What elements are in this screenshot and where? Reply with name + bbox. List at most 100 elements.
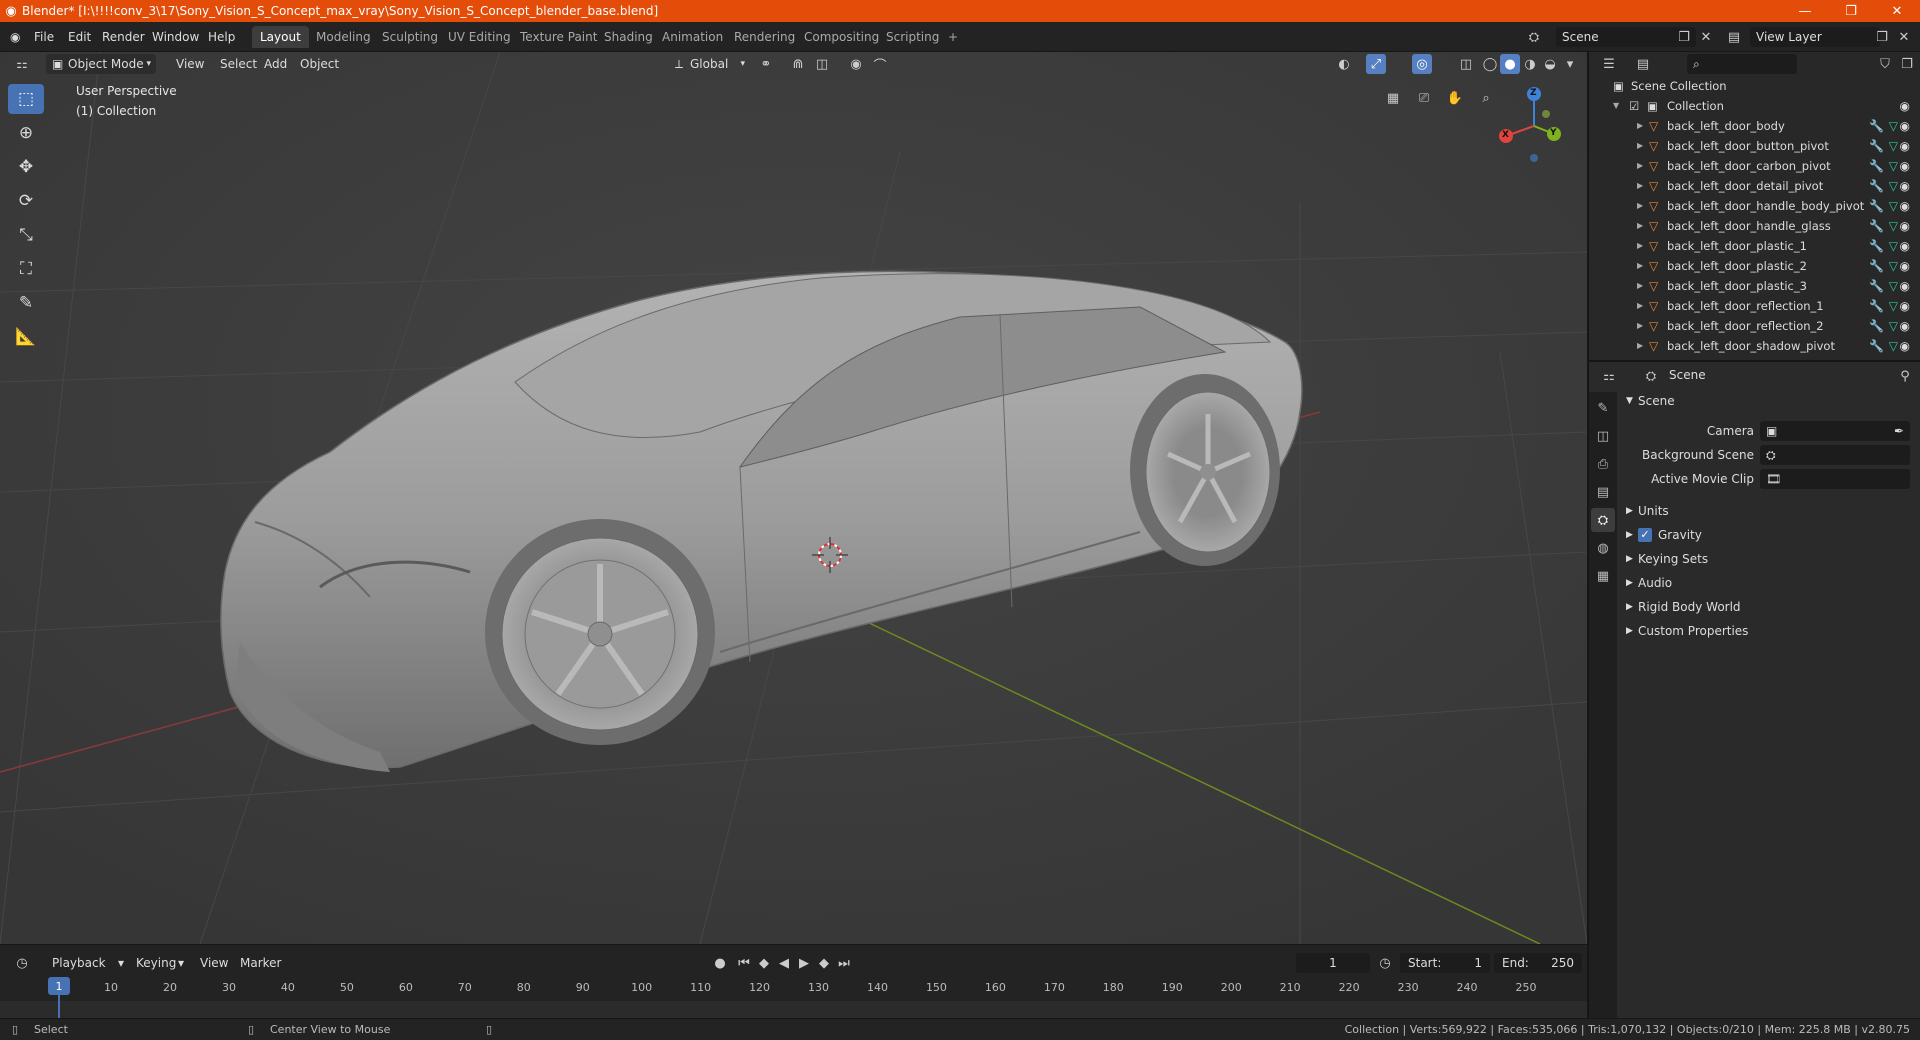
modifier-wrench-icon[interactable]: 🔧	[1869, 216, 1884, 236]
new-collection-icon[interactable]: ❐	[1897, 54, 1917, 74]
expand-triangle-icon[interactable]: ▶	[1637, 196, 1643, 216]
menu-file[interactable]: File	[30, 28, 58, 46]
modifier-wrench-icon[interactable]: 🔧	[1869, 196, 1884, 216]
view-layer-icon[interactable]: ▤	[1724, 27, 1744, 47]
gizmo-toggle-icon[interactable]: ⤢	[1366, 54, 1386, 74]
menu-window[interactable]: Window	[148, 28, 203, 46]
tab-scripting[interactable]: Scripting	[878, 26, 947, 48]
editor-type-icon[interactable]: ⚏	[12, 54, 32, 74]
prev-keyframe-icon[interactable]: ◆	[754, 953, 774, 973]
timeline-editor-type-icon[interactable]: ◷	[12, 953, 32, 973]
scene-panel-header[interactable]: ▼ Scene	[1620, 390, 1916, 412]
menu-edit[interactable]: Edit	[64, 28, 95, 46]
tab-rendering[interactable]: Rendering	[726, 26, 803, 48]
new-scene-icon[interactable]: ❐	[1674, 27, 1694, 47]
modifier-wrench-icon[interactable]: 🔧	[1869, 336, 1884, 356]
modifier-wrench-icon[interactable]: 🔧	[1869, 276, 1884, 296]
render-tab-icon[interactable]: ◫	[1591, 424, 1615, 448]
mesh-data-icon[interactable]: ▽	[1889, 336, 1898, 356]
mesh-data-icon[interactable]: ▽	[1889, 296, 1898, 316]
pan-hand-icon[interactable]: ✋	[1445, 88, 1465, 108]
checkbox-icon[interactable]: ☑	[1629, 96, 1639, 116]
menu-render[interactable]: Render	[98, 28, 149, 46]
measure-tool-icon[interactable]: 📐	[8, 322, 44, 352]
outliner-object-row[interactable]: ▶ ▽ back_left_door_detail_pivot 🔧 ▽ ◉	[1589, 176, 1920, 196]
viewport-menu-object[interactable]: Object	[294, 54, 345, 74]
tab-animation[interactable]: Animation	[654, 26, 731, 48]
transform-orientation-dropdown[interactable]: ⟂ Global ▾	[670, 54, 748, 74]
playhead[interactable]: 1	[48, 977, 70, 995]
output-tab-icon[interactable]: ⎙	[1591, 452, 1615, 476]
outliner-object-row[interactable]: ▶ ▽ back_left_door_plastic_1 🔧 ▽ ◉	[1589, 236, 1920, 256]
filter-icon[interactable]: ⛉	[1875, 54, 1895, 74]
scale-tool-icon[interactable]: ⤡	[8, 220, 44, 250]
outliner-object-row[interactable]: ▶ ▽ back_left_door_shadow_pivot 🔧 ▽ ◉	[1589, 336, 1920, 356]
tab-compositing[interactable]: Compositing	[796, 26, 887, 48]
scene-selector-icon[interactable]: ⛭	[1524, 27, 1544, 47]
rigid-body-world-panel-header[interactable]: ▶ Rigid Body World	[1620, 596, 1916, 618]
audio-panel-header[interactable]: ▶ Audio	[1620, 572, 1916, 594]
modifier-wrench-icon[interactable]: 🔧	[1869, 176, 1884, 196]
eye-icon[interactable]: ◉	[1900, 156, 1910, 176]
modifier-wrench-icon[interactable]: 🔧	[1869, 296, 1884, 316]
expand-triangle-icon[interactable]: ▶	[1637, 316, 1643, 336]
eye-icon[interactable]: ◉	[1900, 136, 1910, 156]
timeline-editor[interactable]: ◷ Playback ▾ Keying ▾ View Marker ● ⏮ ◆ …	[0, 944, 1587, 1028]
mesh-data-icon[interactable]: ▽	[1889, 136, 1898, 156]
display-mode-icon[interactable]: ▤	[1633, 54, 1653, 74]
end-frame-field[interactable]: End: 250	[1494, 953, 1582, 973]
camera-field[interactable]: ▣ ✒	[1760, 421, 1910, 441]
camera-view-icon[interactable]: ⎚	[1414, 88, 1434, 108]
active-movie-clip-field[interactable]: 🎞	[1760, 469, 1910, 489]
scene-tab-icon[interactable]: ⛭	[1591, 508, 1615, 532]
expand-triangle-icon[interactable]: ▶	[1637, 116, 1643, 136]
expand-triangle-icon[interactable]: ▶	[1637, 216, 1643, 236]
expand-triangle-icon[interactable]: ▶	[1637, 176, 1643, 196]
outliner-object-row[interactable]: ▶ ▽ back_left_door_body 🔧 ▽ ◉	[1589, 116, 1920, 136]
material-shading-icon[interactable]: ◑	[1520, 54, 1540, 74]
shading-options-icon[interactable]: ▾	[1560, 54, 1580, 74]
mesh-data-icon[interactable]: ▽	[1889, 196, 1898, 216]
snap-icon[interactable]: ⋒	[788, 54, 808, 74]
tab-layout[interactable]: Layout	[252, 26, 309, 48]
eye-icon[interactable]: ◉	[1900, 336, 1910, 356]
outliner-object-row[interactable]: ▶ ▽ back_left_door_carbon_pivot 🔧 ▽ ◉	[1589, 156, 1920, 176]
mesh-data-icon[interactable]: ▽	[1889, 316, 1898, 336]
play-icon[interactable]: ▶	[794, 953, 814, 973]
tab-shading[interactable]: Shading	[596, 26, 661, 48]
3d-viewport[interactable]: Z X Y ▦ ⎚ ✋ ⌕	[0, 52, 1587, 944]
outliner-object-row[interactable]: ▶ ▽ back_left_door_handle_glass 🔧 ▽ ◉	[1589, 216, 1920, 236]
timeline-menu-playback[interactable]: Playback	[48, 953, 110, 973]
snap-target-icon[interactable]: ◫	[812, 54, 832, 74]
rendered-shading-icon[interactable]: ◒	[1540, 54, 1560, 74]
select-box-tool-icon[interactable]: ⬚	[8, 84, 44, 114]
viewport-menu-add[interactable]: Add	[258, 54, 293, 74]
expand-triangle-icon[interactable]: ▶	[1637, 236, 1643, 256]
wireframe-shading-icon[interactable]: ◯	[1480, 54, 1500, 74]
outliner[interactable]: ☰ ▤ ⌕ ⛉ ❐ ▣ Scene Collection ▼ ☑ ▣ Colle…	[1587, 52, 1920, 360]
view-layer-tab-icon[interactable]: ▤	[1591, 480, 1615, 504]
overlays-icon[interactable]: ◎	[1412, 54, 1432, 74]
eye-icon[interactable]: ◉	[1900, 96, 1910, 116]
start-frame-field[interactable]: Start: 1	[1400, 953, 1490, 973]
outliner-editor-type-icon[interactable]: ☰	[1599, 54, 1619, 74]
outliner-scene-collection[interactable]: ▣ Scene Collection	[1589, 76, 1920, 96]
xray-icon[interactable]: ◫	[1456, 54, 1476, 74]
falloff-icon[interactable]: ⌒	[870, 54, 890, 74]
zoom-icon[interactable]: ⌕	[1476, 88, 1496, 108]
outliner-collection[interactable]: ▼ ☑ ▣ Collection ◉	[1589, 96, 1920, 116]
tab-sculpting[interactable]: Sculpting	[374, 26, 446, 48]
world-tab-icon[interactable]: ◍	[1591, 536, 1615, 560]
modifier-wrench-icon[interactable]: 🔧	[1869, 236, 1884, 256]
expand-triangle-icon[interactable]: ▼	[1613, 96, 1619, 116]
cursor-tool-icon[interactable]: ⊕	[8, 118, 44, 148]
current-frame-field[interactable]: 1	[1296, 953, 1370, 973]
custom-properties-panel-header[interactable]: ▶ Custom Properties	[1620, 620, 1916, 642]
tab-texture-paint[interactable]: Texture Paint	[512, 26, 605, 48]
modifier-wrench-icon[interactable]: 🔧	[1869, 116, 1884, 136]
preview-range-icon[interactable]: ◷	[1375, 953, 1395, 973]
mesh-data-icon[interactable]: ▽	[1889, 176, 1898, 196]
delete-view-layer-icon[interactable]: ✕	[1894, 27, 1914, 47]
units-panel-header[interactable]: ▶ Units	[1620, 500, 1916, 522]
timeline-menu-view[interactable]: View	[196, 953, 232, 973]
